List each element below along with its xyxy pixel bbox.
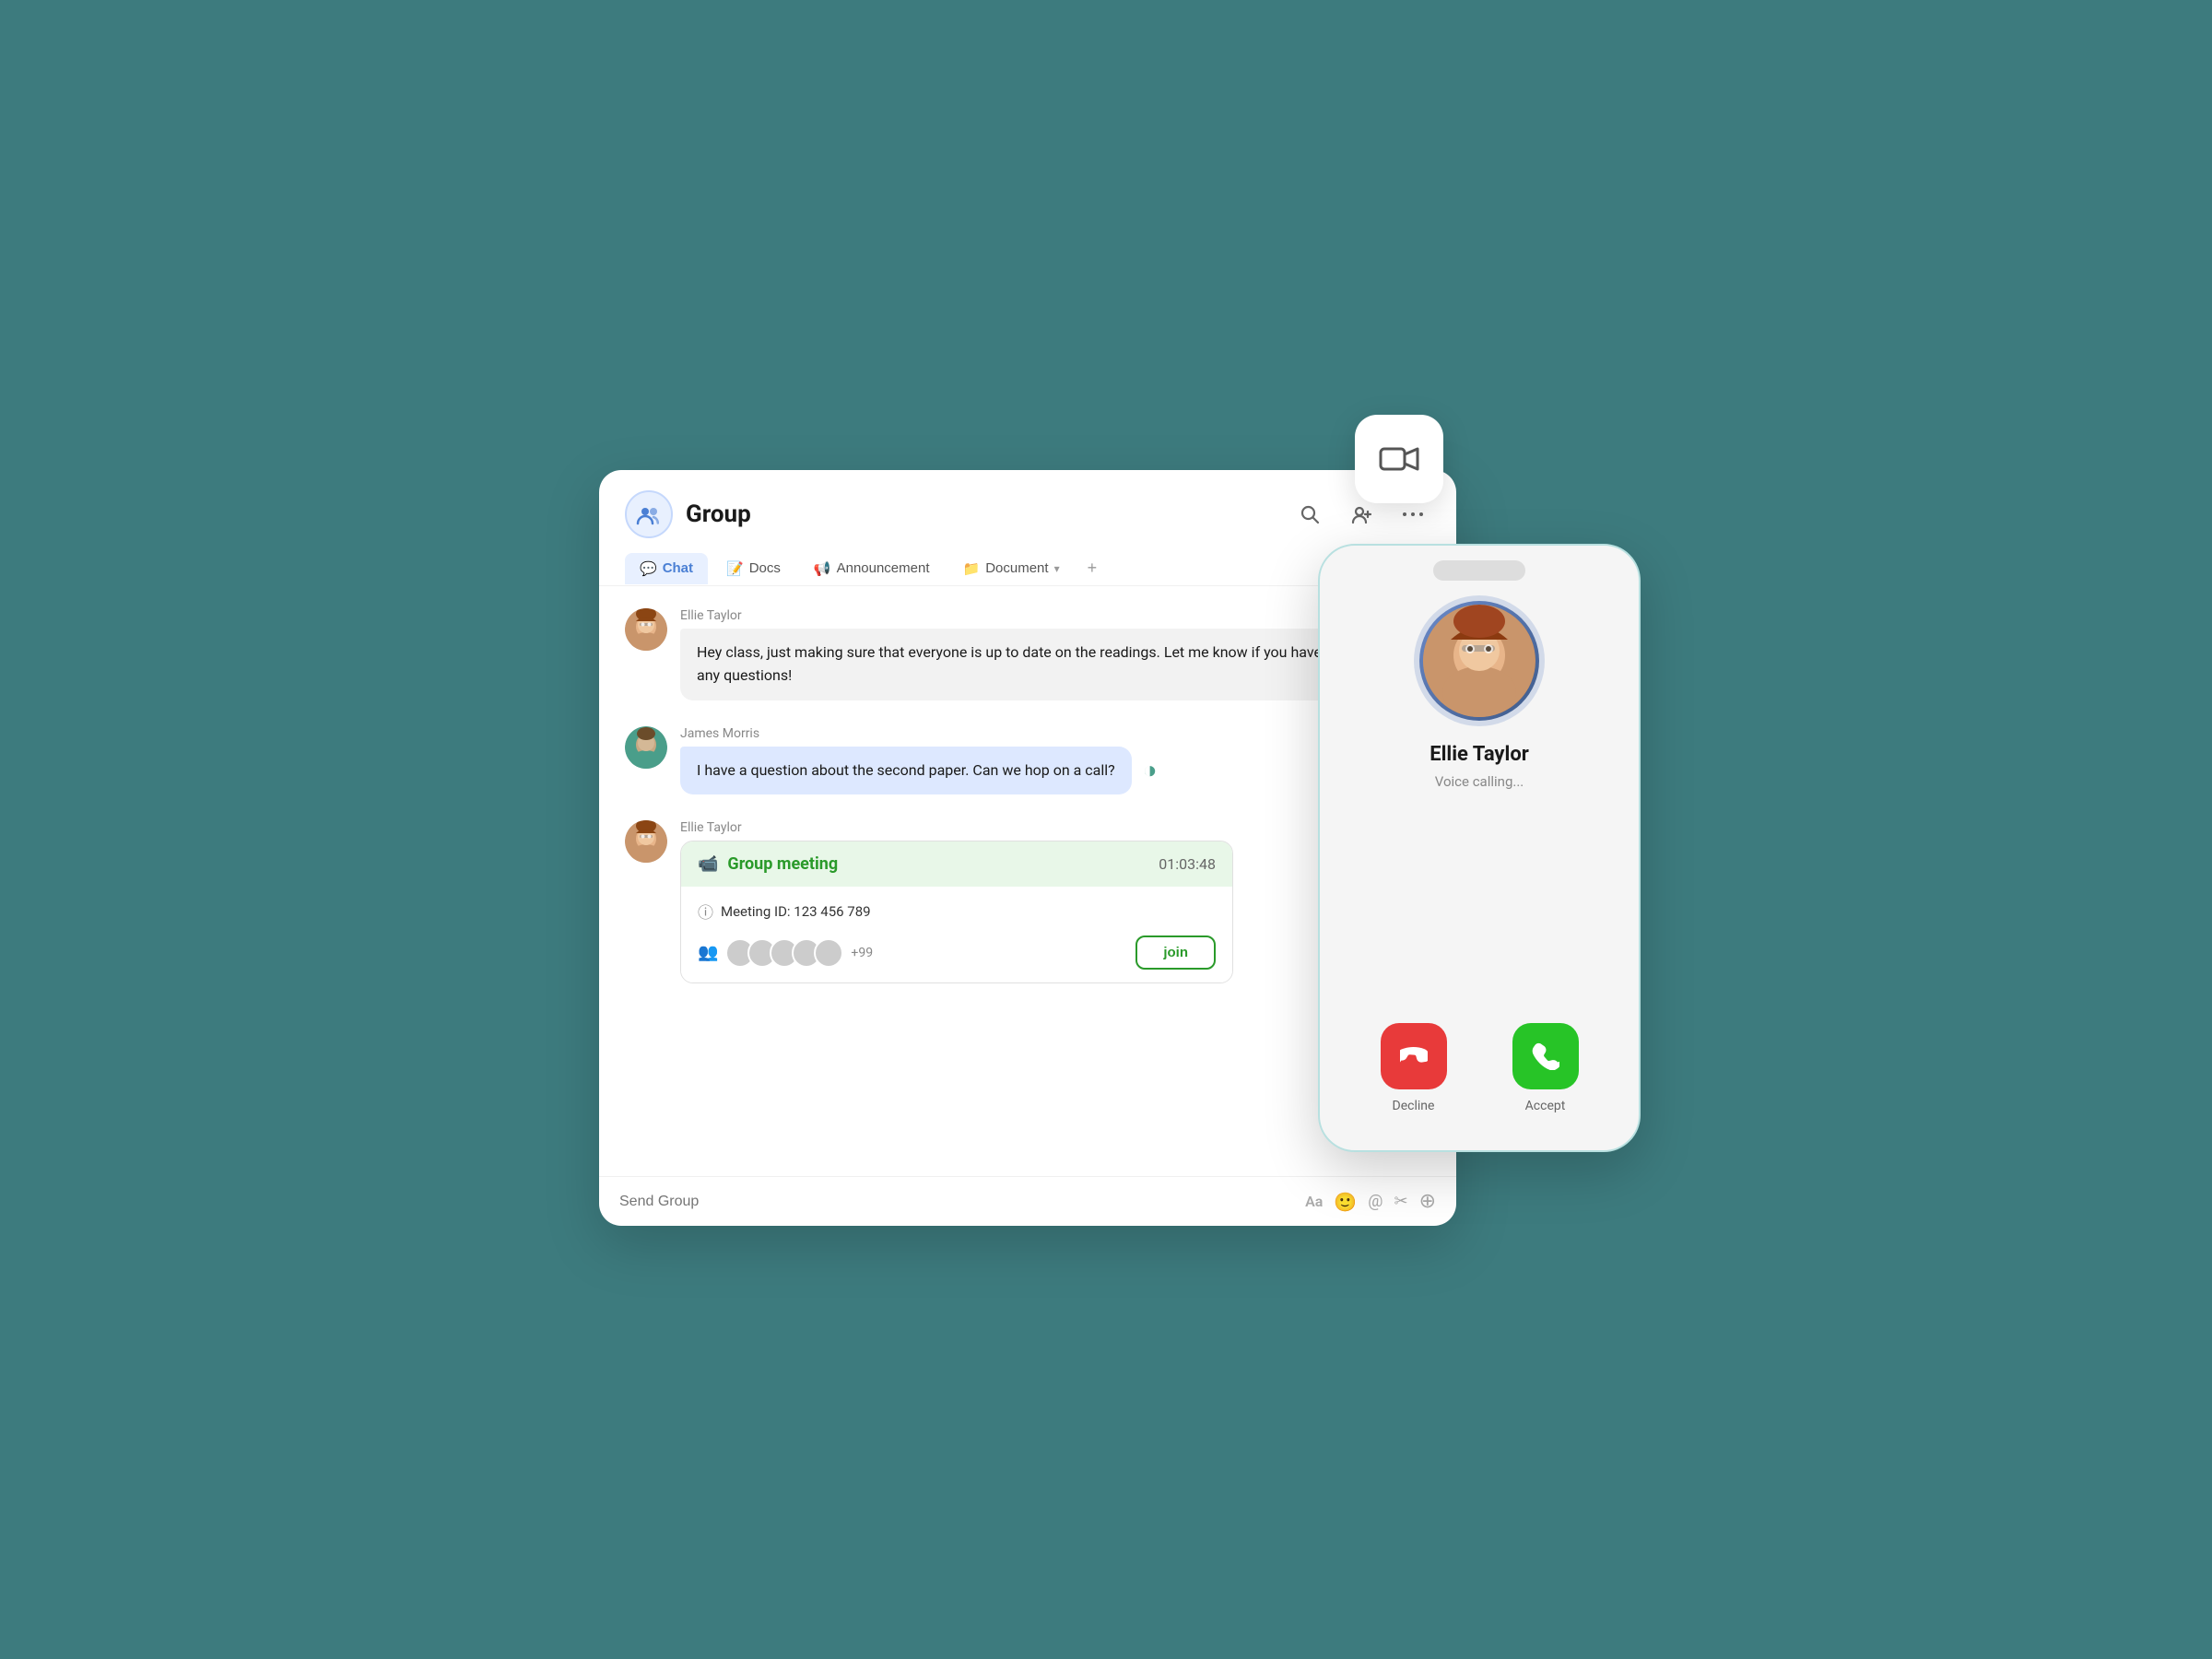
caller-name: Ellie Taylor (1430, 743, 1529, 766)
chat-tab-label: Chat (663, 560, 693, 576)
docs-tab-icon: 📝 (726, 560, 744, 577)
decline-button[interactable] (1381, 1023, 1447, 1089)
avatar-ellie-1 (625, 608, 667, 651)
scissors-icon[interactable]: ✂ (1394, 1192, 1407, 1211)
document-dropdown-icon: ▾ (1054, 562, 1060, 575)
meeting-card-body: ⓘ Meeting ID: 123 456 789 👥 (681, 887, 1232, 982)
document-tab-icon: 📁 (963, 560, 981, 577)
call-actions: Decline Accept (1347, 1023, 1611, 1113)
font-size-icon[interactable]: Aa (1305, 1193, 1323, 1210)
video-icon: 📹 (698, 854, 718, 874)
input-toolbar: Aa 🙂 @ ✂ ⊕ (1305, 1190, 1436, 1213)
meeting-timer: 01:03:48 (1159, 855, 1216, 873)
meeting-title: 📹 Group meeting (698, 854, 838, 874)
decline-action: Decline (1381, 1023, 1447, 1113)
message-row-james: James Morris I have a question about the… (625, 726, 1430, 795)
message-row-ellie-2: Ellie Taylor 📹 Group meeting 01:03:48 ⓘ (625, 820, 1430, 983)
video-call-fab[interactable] (1355, 415, 1443, 503)
caller-avatar-inner (1423, 605, 1535, 717)
caller-avatar-ring (1419, 601, 1539, 721)
avatar-stack (725, 938, 843, 968)
document-tab-label: Document (985, 560, 1048, 576)
message-row: Ellie Taylor Hey class, just making sure… (625, 608, 1430, 700)
add-attachment-icon[interactable]: ⊕ (1419, 1190, 1436, 1213)
more-participants: +99 (851, 946, 873, 960)
meeting-card: 📹 Group meeting 01:03:48 ⓘ Meeting ID: 1… (680, 841, 1233, 983)
phone-notch (1433, 560, 1525, 581)
announcement-tab-icon: 📢 (814, 560, 831, 577)
participants-icon: 👥 (698, 943, 718, 962)
meeting-card-header: 📹 Group meeting 01:03:48 (681, 841, 1232, 887)
join-button[interactable]: join (1135, 935, 1216, 970)
chat-tab-icon: 💬 (640, 560, 657, 577)
add-tab-button[interactable]: + (1078, 551, 1107, 585)
group-info: Group (625, 490, 751, 538)
message-input[interactable] (619, 1194, 1294, 1210)
tab-document[interactable]: 📁 Document ▾ (948, 553, 1075, 584)
tab-bar: 💬 Chat 📝 Docs 📢 Announcement 📁 Document … (625, 551, 1430, 585)
participants-row: 👥 +99 (698, 935, 1216, 970)
accept-label: Accept (1525, 1099, 1566, 1113)
message-bubble-james: I have a question about the second paper… (680, 747, 1132, 795)
meeting-id-text: Meeting ID: 123 456 789 (721, 903, 871, 920)
accept-button[interactable] (1512, 1023, 1579, 1089)
meeting-id-row: ⓘ Meeting ID: 123 456 789 (698, 900, 1216, 923)
message-input-area: Aa 🙂 @ ✂ ⊕ (599, 1176, 1456, 1226)
tab-docs[interactable]: 📝 Docs (712, 553, 795, 584)
docs-tab-label: Docs (749, 560, 781, 576)
avatar-ellie-2 (625, 820, 667, 863)
group-title: Group (686, 500, 751, 528)
mention-icon[interactable]: @ (1368, 1192, 1382, 1211)
search-button[interactable] (1292, 497, 1327, 532)
message-bubble-1: Hey class, just making sure that everyon… (680, 629, 1362, 700)
info-icon: ⓘ (698, 900, 713, 923)
copy-icon: ◑ (1143, 756, 1158, 784)
phone-overlay: Ellie Taylor Voice calling... Decline Ac… (1318, 544, 1641, 1152)
participant-avatar-5 (814, 938, 843, 968)
participants-left: 👥 +99 (698, 938, 873, 968)
accept-action: Accept (1512, 1023, 1579, 1113)
tab-chat[interactable]: 💬 Chat (625, 553, 708, 584)
caller-status: Voice calling... (1435, 773, 1524, 790)
group-avatar (625, 490, 673, 538)
avatar-james (625, 726, 667, 769)
announcement-tab-label: Announcement (837, 560, 930, 576)
decline-label: Decline (1393, 1099, 1435, 1113)
emoji-icon[interactable]: 🙂 (1334, 1191, 1357, 1213)
tab-announcement[interactable]: 📢 Announcement (799, 553, 945, 584)
